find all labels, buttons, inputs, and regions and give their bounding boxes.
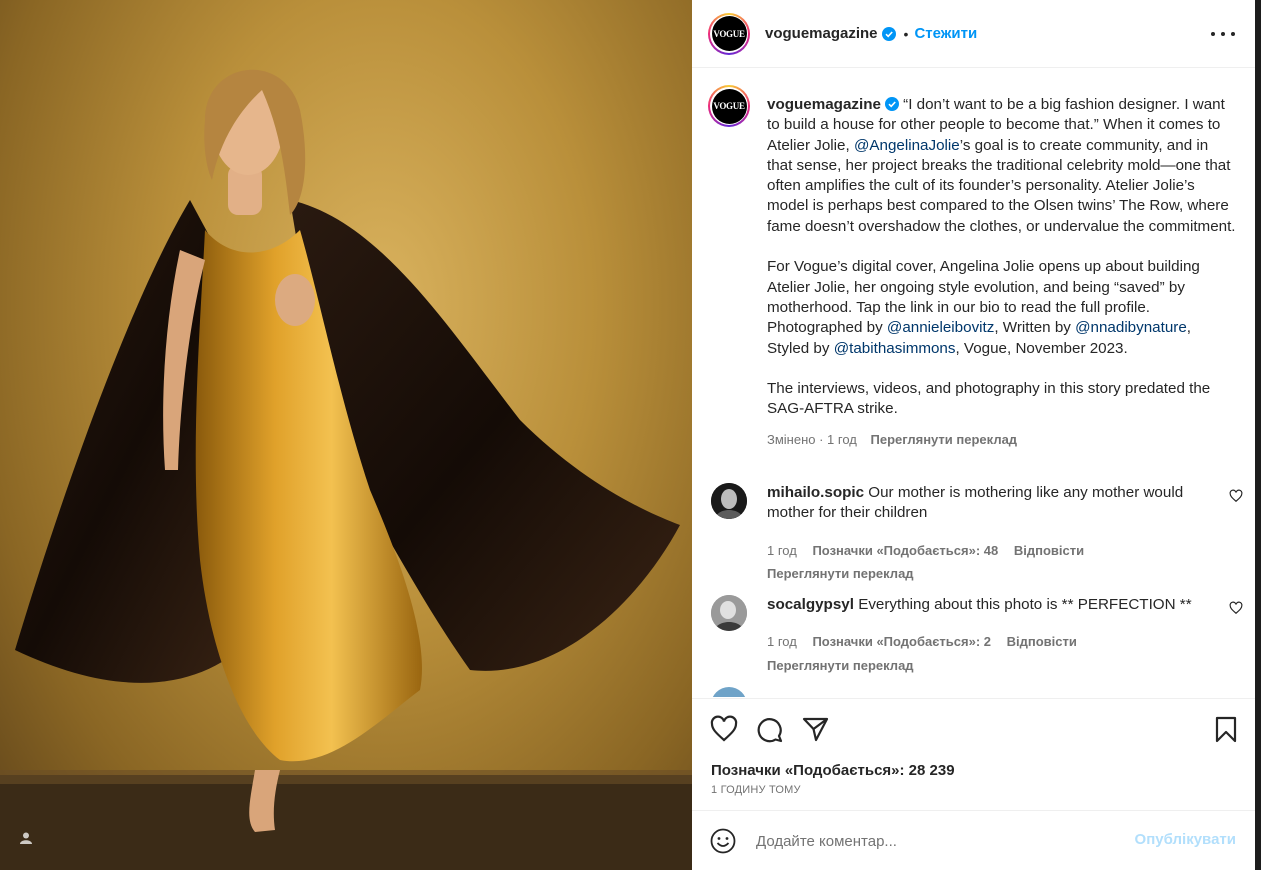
caption-meta: Змінено · 1 год Переглянути переклад bbox=[767, 430, 1237, 450]
comment-text: Everything about this photo is ** PERFEC… bbox=[858, 596, 1192, 613]
mention-link[interactable]: @AngelinaJolie bbox=[854, 137, 960, 154]
mention-link[interactable]: @tabithasimmons bbox=[834, 340, 956, 357]
verified-badge-icon bbox=[881, 26, 896, 41]
comment-time[interactable]: 1 год bbox=[767, 634, 797, 649]
comment-time[interactable]: 1 год bbox=[767, 543, 797, 558]
verified-badge-icon bbox=[884, 97, 899, 111]
reply-button[interactable]: Відповісти bbox=[1014, 543, 1084, 558]
caption-paragraphs: voguemagazine “I don’t want to be a big … bbox=[767, 95, 1237, 420]
reply-button[interactable]: Відповісти bbox=[1007, 634, 1077, 649]
post-photo[interactable] bbox=[0, 0, 692, 870]
commenter-avatar[interactable] bbox=[711, 483, 747, 519]
page-edge bbox=[1255, 0, 1261, 870]
header-username[interactable]: voguemagazine bbox=[765, 25, 878, 42]
avatar: VOGUE bbox=[711, 88, 747, 124]
comment-likes[interactable]: Позначки «Подобається»: 48 bbox=[812, 543, 998, 558]
comment-meta: 1 год Позначки «Подобається»: 48 Відпові… bbox=[767, 541, 1207, 561]
follow-button[interactable]: Стежити bbox=[914, 25, 977, 42]
comment-username[interactable]: socalgypsyl bbox=[767, 596, 854, 613]
caption-text-segment: , Written by bbox=[994, 319, 1076, 337]
see-translation-link[interactable]: Переглянути переклад bbox=[767, 564, 1207, 584]
likes-count[interactable]: Позначки «Подобається»: 28 239 bbox=[711, 762, 955, 779]
commenter-avatar[interactable] bbox=[711, 687, 747, 697]
add-comment-form: Опублікувати bbox=[692, 810, 1255, 870]
bookmark-icon[interactable] bbox=[1212, 715, 1240, 743]
heart-icon[interactable] bbox=[710, 715, 738, 743]
caption-text-segment: , Vogue, November 2023. bbox=[955, 339, 1128, 357]
comment-meta: 1 год Позначки «Подобається»: 2 Відповіс… bbox=[767, 632, 1207, 652]
mention-link[interactable]: @annieleibovitz bbox=[887, 319, 994, 336]
photo-illustration bbox=[0, 69, 692, 870]
publish-button[interactable]: Опублікувати bbox=[1135, 831, 1236, 848]
post-actions: Позначки «Подобається»: 28 239 1 ГОДИНУ … bbox=[692, 698, 1255, 810]
avatar: VOGUE bbox=[711, 16, 747, 51]
see-translation-link[interactable]: Переглянути переклад bbox=[767, 656, 1207, 676]
comment-likes[interactable]: Позначки «Подобається»: 2 bbox=[812, 634, 991, 649]
comment-input[interactable] bbox=[756, 829, 1126, 853]
see-translation-link[interactable]: Переглянути переклад bbox=[871, 432, 1018, 447]
comment-icon[interactable] bbox=[755, 715, 783, 743]
caption-avatar[interactable]: VOGUE bbox=[708, 85, 750, 127]
share-icon[interactable] bbox=[801, 715, 829, 743]
caption-text-segment: The interviews, videos, and photography … bbox=[767, 380, 1211, 418]
story-ring[interactable]: VOGUE bbox=[708, 12, 750, 55]
caption-edited-time: Змінено · 1 год bbox=[767, 431, 857, 447]
caption-paragraph: voguemagazine “I don’t want to be a big … bbox=[767, 95, 1237, 237]
user-tag-icon[interactable] bbox=[14, 826, 38, 850]
post-header: VOGUE voguemagazine • Стежити bbox=[692, 0, 1255, 68]
heart-icon[interactable] bbox=[1229, 601, 1243, 615]
comment-username[interactable]: mihailo.sopic bbox=[767, 484, 864, 501]
caption-text: voguemagazine “I don’t want to be a big … bbox=[767, 95, 1237, 450]
emoji-icon[interactable] bbox=[710, 828, 736, 854]
commenter-avatar[interactable] bbox=[711, 595, 747, 631]
post-panel: VOGUE voguemagazine • Стежити VOGUE vogu… bbox=[692, 0, 1255, 870]
heart-icon[interactable] bbox=[1229, 489, 1243, 503]
more-options-icon[interactable] bbox=[1211, 24, 1235, 44]
separator-dot: • bbox=[903, 25, 909, 42]
caption-username[interactable]: voguemagazine bbox=[767, 96, 881, 113]
mention-link[interactable]: @nnadibynature bbox=[1075, 319, 1187, 336]
comments-scroll-area[interactable]: VOGUE voguemagazine “I don’t want to be … bbox=[692, 69, 1255, 697]
caption-paragraph: The interviews, videos, and photography … bbox=[767, 379, 1237, 420]
post-timestamp[interactable]: 1 ГОДИНУ ТОМУ bbox=[711, 784, 801, 796]
caption-paragraph: For Vogue’s digital cover, Angelina Joli… bbox=[767, 257, 1237, 358]
